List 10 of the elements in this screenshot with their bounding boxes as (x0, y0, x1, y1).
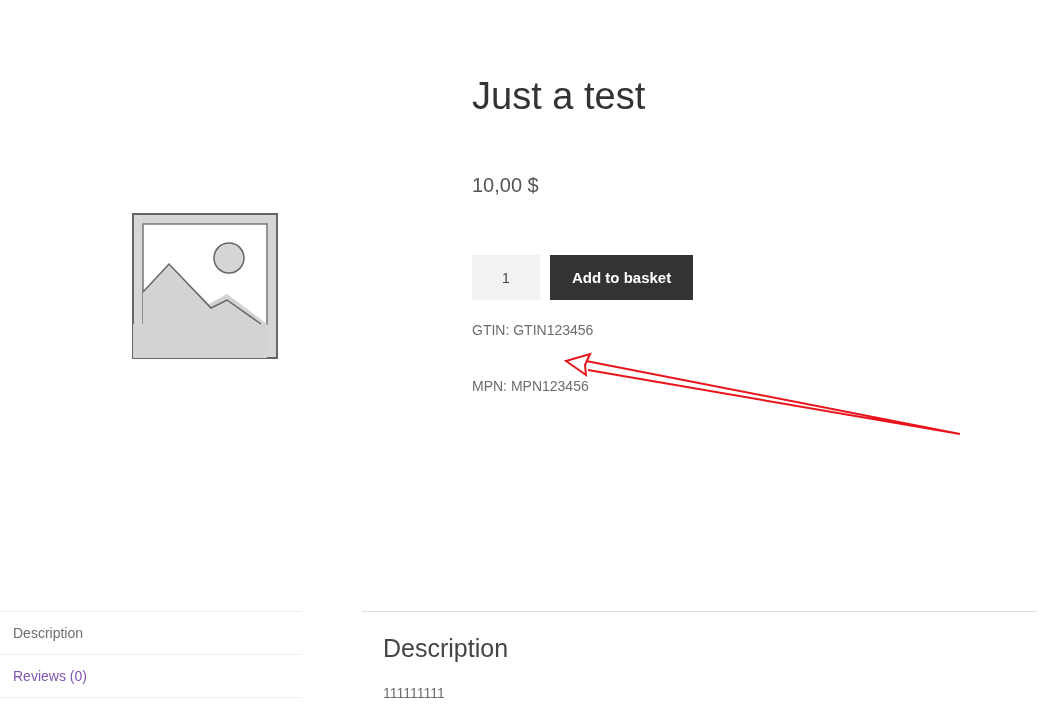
product-meta-text: MPN: MPN123456 (472, 378, 590, 394)
product-title: Just a test (472, 74, 647, 119)
add-to-basket-button[interactable]: Add to basket (550, 255, 694, 300)
panel-text: 111111111 (383, 685, 446, 701)
quantity-input[interactable]: 1 (472, 255, 540, 300)
product-tab[interactable]: Description (0, 612, 302, 655)
product-meta-text: GTIN: GTIN123456 (472, 322, 595, 338)
panel-heading: Description (383, 634, 510, 663)
product-price: 10,00 $ (472, 174, 540, 197)
product-tab[interactable]: Reviews (0) (0, 655, 302, 698)
